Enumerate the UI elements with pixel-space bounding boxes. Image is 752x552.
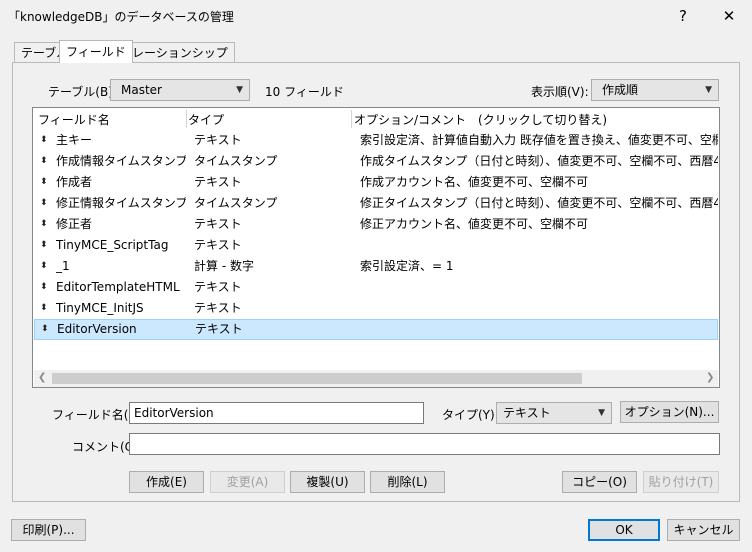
help-button[interactable]: ? — [660, 0, 706, 32]
order-label: 表示順(V): — [531, 85, 589, 99]
order-select[interactable]: 作成順 ▼ — [591, 79, 719, 101]
copy-button[interactable]: コピー(O) — [562, 471, 637, 493]
table-select[interactable]: Master ▼ — [110, 79, 250, 101]
header-field-name[interactable]: フィールド名 — [38, 111, 110, 127]
header-options[interactable]: オプション/コメント (クリックして切り替え) — [354, 111, 607, 127]
drag-handle-icon[interactable]: ⬍ — [40, 172, 48, 193]
table-row[interactable]: ⬍ 修正情報タイムスタンプ タイムスタンプ 修正タイムスタンプ（日付と時刻）、値変更不… — [34, 193, 718, 214]
delete-button[interactable]: 削除(L) — [370, 471, 445, 493]
options-button[interactable]: オプション(N)... — [620, 401, 719, 423]
header-type[interactable]: タイプ — [188, 111, 224, 127]
field-name-cell: TinyMCE_InitJS — [56, 301, 144, 315]
scrollbar-thumb[interactable] — [52, 373, 582, 384]
table-row[interactable]: ⬍ 作成者 テキスト 作成アカウント名、値変更不可、空欄不可 — [34, 172, 718, 193]
field-type-cell: テキスト — [194, 238, 242, 252]
drag-handle-icon[interactable]: ⬍ — [40, 151, 48, 172]
type-select[interactable]: テキスト ▼ — [496, 402, 612, 424]
field-name-cell: 作成者 — [56, 175, 93, 189]
field-type-cell: テキスト — [194, 175, 242, 189]
table-row[interactable]: ⬍ 修正者 テキスト 修正アカウント名、値変更不可、空欄不可 — [34, 214, 718, 235]
drag-handle-icon[interactable]: ⬍ — [40, 130, 48, 151]
table-row[interactable]: ⬍ _1 計算 - 数字 索引設定済、= 1 — [34, 256, 718, 277]
drag-handle-icon[interactable]: ⬍ — [40, 214, 48, 235]
table-row[interactable]: ⬍ TinyMCE_InitJS テキスト — [34, 298, 718, 319]
cancel-button[interactable]: キャンセル — [667, 519, 740, 541]
table-row[interactable]: ⬍ 作成情報タイムスタンプ タイムスタンプ 作成タイムスタンプ（日付と時刻）、値変更不… — [34, 151, 718, 172]
help-icon: ? — [679, 7, 687, 25]
field-count: 10 フィールド — [265, 85, 344, 99]
horizontal-scrollbar[interactable]: ❮ ❯ — [34, 370, 718, 387]
drag-handle-icon[interactable]: ⬍ — [40, 298, 48, 319]
table-row[interactable]: ⬍ EditorTemplateHTML テキスト — [34, 277, 718, 298]
paste-button[interactable]: 貼り付け(T) — [643, 471, 719, 493]
field-name-cell: EditorVersion — [57, 322, 137, 336]
type-select-value: テキスト — [503, 406, 551, 420]
field-type-cell: テキスト — [194, 217, 242, 231]
table-select-value: Master — [121, 83, 162, 97]
field-type-cell: テキスト — [194, 301, 242, 315]
field-options-cell[interactable]: 索引設定済、計算値自動入力 既存値を置き換え、値変更不可、空欄不可 — [360, 130, 718, 151]
field-name-cell: 主キー — [56, 133, 93, 147]
close-button[interactable]: ✕ — [706, 0, 752, 32]
print-button[interactable]: 印刷(P)... — [11, 519, 86, 541]
field-options-cell[interactable]: 修正タイムスタンプ（日付と時刻）、値変更不可、空欄不可、西暦4桁の — [360, 193, 718, 214]
scroll-left-icon[interactable]: ❮ — [38, 372, 46, 383]
title-bar: 「knowledgeDB」のデータベースの管理 ? ✕ — [0, 0, 752, 32]
drag-handle-icon[interactable]: ⬍ — [40, 277, 48, 298]
table-row[interactable]: ⬍ TinyMCE_ScriptTag テキスト — [34, 235, 718, 256]
field-name-cell: EditorTemplateHTML — [56, 280, 180, 294]
ok-button[interactable]: OK — [588, 519, 660, 541]
field-options-cell[interactable]: 作成タイムスタンプ（日付と時刻）、値変更不可、空欄不可、西暦4桁の — [360, 151, 718, 172]
change-button[interactable]: 変更(A) — [210, 471, 285, 493]
chevron-down-icon: ▼ — [236, 85, 243, 95]
field-options-cell[interactable]: 作成アカウント名、値変更不可、空欄不可 — [360, 172, 718, 193]
chevron-down-icon: ▼ — [705, 85, 712, 95]
header-divider[interactable] — [351, 110, 352, 128]
field-name-cell: 修正情報タイムスタンプ — [56, 196, 186, 210]
field-name-cell: 修正者 — [56, 217, 93, 231]
field-name-input[interactable]: EditorVersion — [129, 402, 424, 424]
header-divider[interactable] — [186, 110, 187, 128]
field-type-cell: 計算 - 数字 — [194, 259, 254, 273]
field-type-cell: テキスト — [194, 133, 242, 147]
drag-handle-icon[interactable]: ⬍ — [41, 320, 49, 339]
field-options-cell[interactable]: 索引設定済、= 1 — [360, 256, 718, 277]
field-type-cell: タイムスタンプ — [194, 196, 278, 210]
window-title: 「knowledgeDB」のデータベースの管理 — [8, 10, 234, 24]
field-name-cell: TinyMCE_ScriptTag — [56, 238, 169, 252]
drag-handle-icon[interactable]: ⬍ — [40, 235, 48, 256]
field-list[interactable]: フィールド名 タイプ オプション/コメント (クリックして切り替え) ⬍ 主キーテ… — [32, 107, 720, 388]
table-row[interactable]: ⬍ EditorVersion テキスト — [34, 319, 718, 340]
field-options-cell[interactable]: 修正アカウント名、値変更不可、空欄不可 — [360, 214, 718, 235]
field-name-cell: _1 — [56, 259, 70, 273]
type-label: タイプ(Y): — [442, 408, 499, 422]
drag-handle-icon[interactable]: ⬍ — [40, 256, 48, 277]
table-row[interactable]: ⬍ 主キー テキスト 索引設定済、計算値自動入力 既存値を置き換え、値変更不可、空欄不… — [34, 130, 718, 151]
chevron-down-icon: ▼ — [598, 408, 605, 418]
scroll-right-icon[interactable]: ❯ — [706, 372, 714, 383]
field-name-cell: 作成情報タイムスタンプ — [56, 154, 186, 168]
create-button[interactable]: 作成(E) — [129, 471, 204, 493]
comment-input[interactable] — [129, 433, 720, 455]
table-label: テーブル(B): — [48, 85, 117, 99]
close-icon: ✕ — [722, 7, 736, 25]
field-type-cell: タイムスタンプ — [194, 154, 278, 168]
order-select-value: 作成順 — [602, 83, 639, 97]
drag-handle-icon[interactable]: ⬍ — [40, 193, 48, 214]
field-type-cell: テキスト — [194, 280, 242, 294]
field-type-cell: テキスト — [195, 322, 243, 336]
duplicate-button[interactable]: 複製(U) — [290, 471, 365, 493]
tab-fields[interactable]: フィールド — [59, 40, 133, 63]
